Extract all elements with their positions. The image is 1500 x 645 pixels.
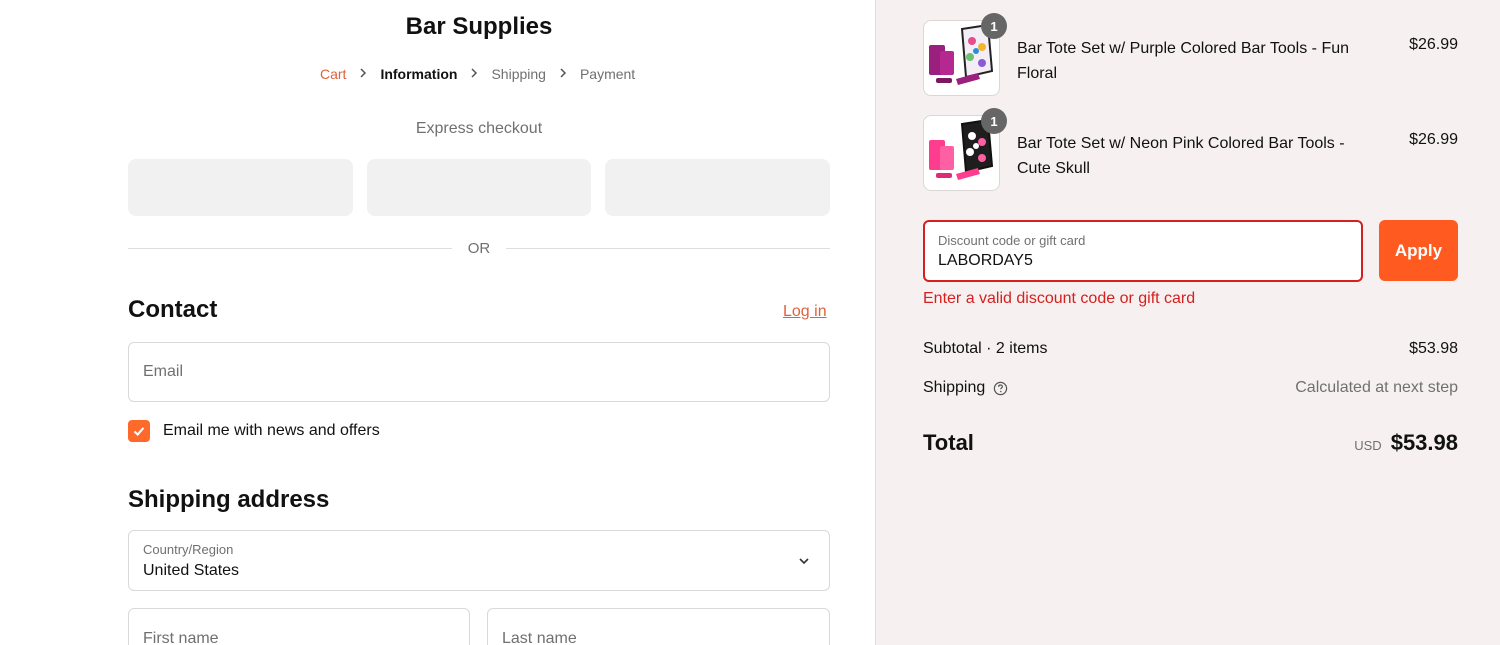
newsletter-option[interactable]: Email me with news and offers xyxy=(128,420,380,442)
item-name: Bar Tote Set w/ Purple Colored Bar Tools… xyxy=(1017,40,1350,82)
express-checkout-buttons xyxy=(128,159,831,216)
last-name-field[interactable]: Last name xyxy=(487,608,830,645)
login-link[interactable]: Log in xyxy=(783,303,827,321)
email-field[interactable]: Email xyxy=(128,342,830,402)
country-value: United States xyxy=(143,562,240,579)
apply-button[interactable]: Apply xyxy=(1379,220,1458,281)
cart-item: 1 Bar Tote Set w/ Neon Pink Colored Bar … xyxy=(923,108,1458,191)
shipping-row: Shipping Calculated at next step xyxy=(923,379,1458,397)
shipping-label-group: Shipping xyxy=(923,379,1008,397)
cart-item: 1 Bar Tote Set w/ Purple Colored Bar Too… xyxy=(923,13,1458,96)
last-name-placeholder: Last name xyxy=(502,630,577,645)
discount-value: LABORDAY5 xyxy=(938,252,1033,269)
quantity-badge: 1 xyxy=(981,108,1007,134)
chevron-right-icon xyxy=(346,67,380,81)
checkmark-icon xyxy=(133,427,145,436)
item-price: $26.99 xyxy=(1409,36,1458,53)
contact-heading: Contact xyxy=(128,296,218,323)
shipping-value: Calculated at next step xyxy=(1295,379,1458,396)
first-name-placeholder: First name xyxy=(143,630,219,645)
total-value-group: USD $53.98 xyxy=(1354,430,1458,456)
newsletter-label: Email me with news and offers xyxy=(163,422,380,439)
express-checkout-label: Express checkout xyxy=(415,120,543,137)
express-pay-button-2[interactable] xyxy=(366,159,592,216)
chevron-right-icon xyxy=(457,67,491,81)
breadcrumb: Cart Information Shipping Payment xyxy=(320,66,635,82)
discount-label: Discount code or gift card xyxy=(938,233,1086,248)
or-divider: OR xyxy=(128,240,830,257)
shipping-address-heading: Shipping address xyxy=(128,486,330,513)
chevron-down-icon xyxy=(799,558,809,565)
subtotal-value: $53.98 xyxy=(1409,340,1458,357)
divider-line xyxy=(128,248,452,249)
currency-code: USD xyxy=(1354,438,1382,453)
total-amount: $53.98 xyxy=(1390,430,1458,455)
country-label: Country/Region xyxy=(143,542,234,557)
store-title[interactable]: Bar Supplies xyxy=(0,13,958,41)
help-icon[interactable] xyxy=(993,381,1008,396)
divider-line xyxy=(506,248,830,249)
express-pay-button-1[interactable] xyxy=(128,159,353,216)
breadcrumb-information: Information xyxy=(380,66,458,82)
discount-code-input[interactable]: Discount code or gift card LABORDAY5 xyxy=(923,220,1363,282)
subtotal-row: Subtotal · 2 items $53.98 xyxy=(923,340,1458,358)
total-row: Total USD $53.98 xyxy=(923,430,1458,456)
or-text: OR xyxy=(467,240,491,257)
item-name: Bar Tote Set w/ Neon Pink Colored Bar To… xyxy=(1017,135,1345,177)
breadcrumb-cart[interactable]: Cart xyxy=(320,66,346,82)
order-summary: 1 Bar Tote Set w/ Purple Colored Bar Too… xyxy=(875,0,1500,645)
newsletter-checkbox[interactable] xyxy=(128,420,150,442)
discount-error: Enter a valid discount code or gift card xyxy=(923,290,1196,307)
shipping-label: Shipping xyxy=(923,379,986,396)
express-pay-button-3[interactable] xyxy=(605,159,831,216)
total-label: Total xyxy=(923,430,974,455)
item-price: $26.99 xyxy=(1409,131,1458,148)
product-thumbnail: 1 xyxy=(923,108,1007,191)
email-placeholder: Email xyxy=(143,363,184,380)
quantity-badge: 1 xyxy=(981,13,1007,39)
breadcrumb-payment: Payment xyxy=(579,66,636,82)
product-thumbnail: 1 xyxy=(923,13,1007,96)
country-select[interactable]: Country/Region United States xyxy=(128,530,830,591)
breadcrumb-shipping: Shipping xyxy=(491,66,546,82)
checkout-main: Bar Supplies Cart Information Shipping P… xyxy=(0,0,875,645)
subtotal-label: Subtotal · 2 items xyxy=(923,340,1048,357)
first-name-field[interactable]: First name xyxy=(128,608,470,645)
chevron-right-icon xyxy=(546,67,580,81)
